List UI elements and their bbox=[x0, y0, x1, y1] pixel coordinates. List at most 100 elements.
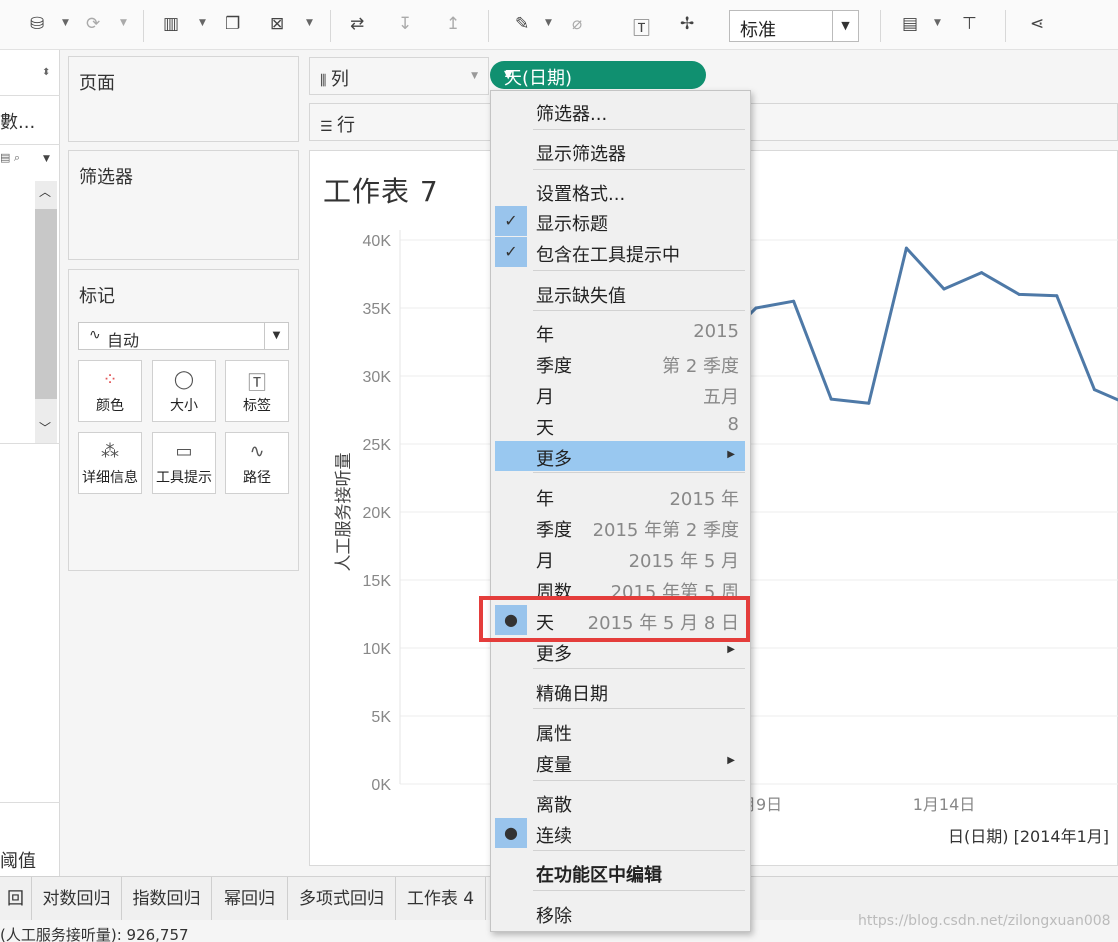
color-button[interactable]: ⁘ 颜色 bbox=[78, 360, 142, 422]
menu-item[interactable]: 季度 第 2 季度 bbox=[495, 348, 745, 378]
pin-icon[interactable]: ✢ bbox=[680, 14, 694, 34]
tab-regression[interactable]: 回归 bbox=[0, 877, 32, 942]
chevron-down-icon[interactable]: ▼ bbox=[306, 18, 313, 28]
presentation-icon[interactable]: ⊤ bbox=[962, 14, 977, 34]
menu-item[interactable]: 度量 ▶ bbox=[495, 747, 745, 777]
group-icon[interactable]: ⌀ bbox=[572, 14, 582, 34]
tab-exp-regression[interactable]: 指数回归 bbox=[122, 877, 212, 921]
path-button[interactable]: ∿ 路径 bbox=[225, 432, 289, 494]
search-icon[interactable]: ▤ ⌕ bbox=[0, 151, 20, 165]
pages-card[interactable]: 页面 bbox=[68, 56, 299, 142]
pages-title: 页面 bbox=[79, 73, 115, 94]
divider bbox=[880, 10, 881, 42]
tab-poly-regression[interactable]: 多项式回归 bbox=[288, 877, 396, 921]
path-label: 路径 bbox=[243, 470, 271, 486]
submenu-arrow-icon: ▶ bbox=[727, 644, 735, 655]
menu-item[interactable]: 属性 bbox=[495, 716, 745, 746]
submenu-arrow-icon: ▶ bbox=[727, 755, 735, 766]
chevron-down-icon[interactable]: ▼ bbox=[120, 18, 127, 28]
menu-item[interactable]: 精确日期 bbox=[495, 676, 745, 706]
menu-separator bbox=[533, 890, 745, 891]
chevron-down-icon[interactable]: ﹀ bbox=[39, 419, 51, 436]
y-tick-label: 15K bbox=[363, 573, 392, 590]
y-tick-label: 20K bbox=[363, 505, 392, 522]
menu-item[interactable]: 移除 bbox=[495, 898, 745, 928]
clear-icon[interactable]: ⊠ bbox=[270, 14, 284, 34]
menu-item[interactable]: 在功能区中编辑 bbox=[495, 857, 745, 887]
chevron-down-icon[interactable]: ▼ bbox=[934, 18, 941, 28]
menu-item[interactable]: ✓ 显示标题 bbox=[495, 206, 745, 236]
menu-separator bbox=[533, 472, 745, 473]
datasource-item[interactable]: 數... bbox=[0, 108, 35, 134]
mark-type-select[interactable]: ∿ 自动 ▼ bbox=[78, 322, 289, 350]
menu-item[interactable]: 设置格式... bbox=[495, 176, 745, 206]
menu-item[interactable]: 显示筛选器 bbox=[495, 136, 745, 166]
y-tick-label: 10K bbox=[363, 641, 392, 658]
tooltip-label: 工具提示 bbox=[156, 470, 212, 486]
menu-item[interactable]: 月 五月 bbox=[495, 379, 745, 409]
status-text: (人工服务接听量): 926,757 bbox=[0, 926, 189, 942]
new-sheet-icon[interactable]: ▥ bbox=[163, 14, 179, 34]
menu-item-label: 精确日期 bbox=[536, 684, 608, 705]
chevron-down-icon[interactable]: ▼ bbox=[832, 11, 858, 41]
menu-item[interactable]: 显示缺失值 bbox=[495, 278, 745, 308]
size-button[interactable]: ◯ 大小 bbox=[152, 360, 216, 422]
threshold-label[interactable]: 阈值 bbox=[0, 847, 36, 873]
duplicate-icon[interactable]: ❐ bbox=[225, 14, 240, 34]
menu-item[interactable]: 更多 ▶ bbox=[495, 441, 745, 471]
datasource-icon[interactable]: ⛁ bbox=[30, 14, 44, 34]
radio-dot-icon: ● bbox=[495, 818, 527, 848]
menu-item[interactable]: ● 连续 bbox=[495, 818, 745, 848]
chevron-down-icon[interactable]: ▼ bbox=[264, 323, 288, 349]
label-icon[interactable]: 🅃 bbox=[633, 14, 650, 39]
sort-desc-icon[interactable]: ↥ bbox=[446, 14, 460, 34]
divider bbox=[0, 144, 60, 145]
menu-separator bbox=[533, 668, 745, 669]
swap-icon[interactable]: ⇄ bbox=[350, 14, 364, 34]
data-point bbox=[1055, 294, 1059, 298]
label-label: 标签 bbox=[243, 398, 271, 414]
show-me-icon[interactable]: ▤ bbox=[902, 14, 918, 34]
fit-select[interactable]: 标准 ▼ bbox=[729, 10, 859, 42]
menu-item-label: 显示筛选器 bbox=[536, 144, 626, 165]
sort-asc-icon[interactable]: ↧ bbox=[398, 14, 412, 34]
chevron-down-icon[interactable]: ▼ bbox=[43, 154, 50, 164]
filters-card[interactable]: 筛选器 bbox=[68, 150, 299, 260]
chevron-down-icon[interactable]: ▼ bbox=[504, 68, 688, 81]
tab-power-regression[interactable]: 幂回归 bbox=[212, 877, 288, 921]
menu-item[interactable]: 年 2015 年 bbox=[495, 481, 745, 511]
chevron-down-icon[interactable]: ▼ bbox=[471, 71, 478, 81]
menu-item-value: 2015 年 5 月 bbox=[628, 551, 739, 572]
tab-log-regression[interactable]: 对数回归 bbox=[32, 877, 122, 921]
day-date-pill[interactable]: 天(日期) ▼ bbox=[490, 61, 706, 89]
label-button[interactable]: 🅃 标签 bbox=[225, 360, 289, 422]
y-tick-label: 0K bbox=[371, 777, 391, 794]
menu-item[interactable]: 年 2015 bbox=[495, 317, 745, 347]
menu-item[interactable]: 季度 2015 年第 2 季度 bbox=[495, 512, 745, 542]
share-icon[interactable]: ⋖ bbox=[1030, 14, 1044, 34]
chevron-up-icon[interactable]: ︿ bbox=[39, 183, 51, 200]
scroll-thumb[interactable] bbox=[35, 209, 57, 399]
x-axis-title: 日(日期) [2014年1月] bbox=[948, 827, 1109, 846]
columns-icon: ⫼ bbox=[320, 73, 331, 89]
chevron-down-icon[interactable]: ▼ bbox=[545, 18, 552, 28]
menu-item[interactable]: 筛选器... bbox=[495, 96, 745, 126]
chevron-down-icon[interactable]: ▼ bbox=[199, 18, 206, 28]
refresh-icon[interactable]: ⟳ bbox=[86, 14, 100, 34]
menu-item[interactable]: 月 2015 年 5 月 bbox=[495, 543, 745, 573]
y-axis-title: 人工服务接听量 bbox=[334, 453, 354, 572]
tooltip-button[interactable]: ▭ 工具提示 bbox=[152, 432, 216, 494]
menu-item[interactable]: 天8 bbox=[495, 410, 745, 440]
chevron-down-icon[interactable]: ▼ bbox=[62, 18, 69, 28]
divider bbox=[143, 10, 144, 42]
menu-item[interactable]: 离散 bbox=[495, 787, 745, 817]
tab-sheet-4[interactable]: 工作表 4 bbox=[396, 877, 486, 921]
detail-button[interactable]: ⁂ 详细信息 bbox=[78, 432, 142, 494]
scrollbar[interactable]: ︿ ﹀ bbox=[35, 181, 57, 443]
menu-item[interactable]: ✓ 包含在工具提示中 bbox=[495, 237, 745, 267]
highlight-icon[interactable]: ✎ bbox=[515, 14, 529, 34]
menu-separator bbox=[533, 780, 745, 781]
sort-icon[interactable]: ⬍ bbox=[42, 67, 50, 78]
columns-shelf[interactable]: ⫼ 列 ▼ bbox=[309, 57, 489, 95]
y-tick-label: 40K bbox=[363, 233, 392, 250]
